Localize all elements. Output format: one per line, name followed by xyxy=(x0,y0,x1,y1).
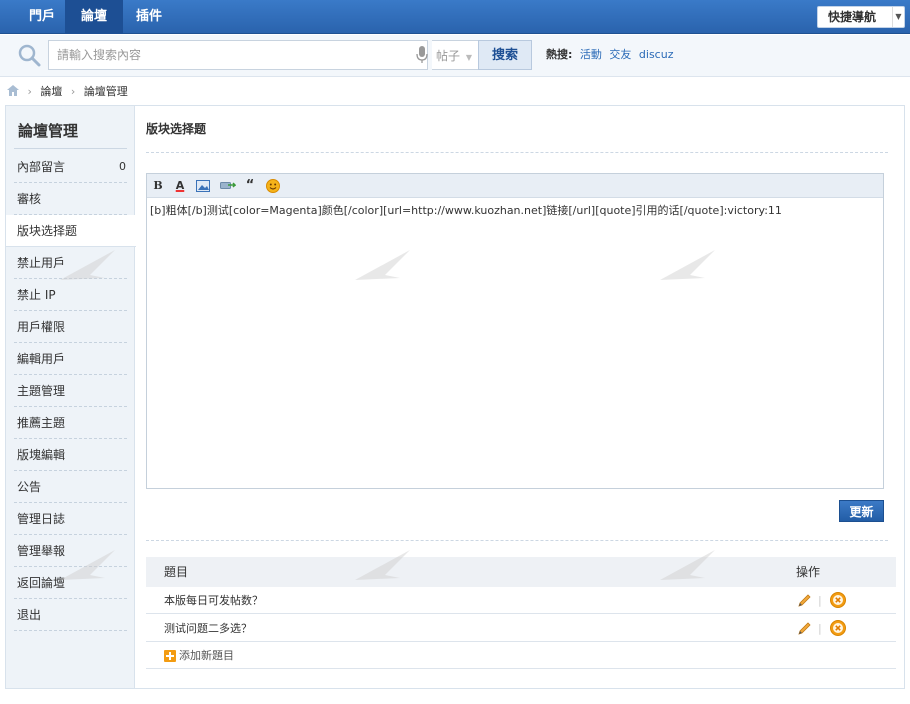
sidebar-title: 論壇管理 xyxy=(18,122,79,140)
sidebar-item-section-questions[interactable]: 版块选择题 xyxy=(6,215,136,247)
search-button[interactable]: 搜索 xyxy=(478,40,532,70)
sidebar-item-ban-ip[interactable]: 禁止 IP xyxy=(6,279,135,311)
breadcrumb-separator: › xyxy=(27,85,32,98)
questions-table-header: 題目 操作 xyxy=(146,557,896,587)
table-row: 本版每日可发帖数？ | xyxy=(146,587,896,614)
bold-button[interactable]: B xyxy=(152,178,164,194)
link-icon[interactable] xyxy=(220,178,236,194)
smiley-icon[interactable] xyxy=(266,178,280,194)
content-area: 版块选择题 B A “ [b]粗体[/b]测试[color=Magenta]颜色… xyxy=(136,106,904,688)
search-bar: 請輸入搜索內容 帖子 ▼ 搜索 熱搜: 活動 交友 discuz xyxy=(0,35,910,77)
divider xyxy=(14,148,127,149)
page-title: 版块选择题 xyxy=(146,122,207,136)
bbcode-editor[interactable]: B A “ [b]粗体[/b]测试[color=Magenta]颜色[/colo… xyxy=(146,173,884,489)
quote-icon[interactable]: “ xyxy=(244,178,256,194)
home-icon[interactable] xyxy=(7,85,19,96)
nav-tab-forum[interactable]: 論壇 xyxy=(65,0,123,34)
sidebar-item-exit[interactable]: 退出 xyxy=(6,599,135,631)
top-navigation: 門戶 論壇 插件 快捷導航 ▼ xyxy=(0,0,910,34)
action-separator: | xyxy=(818,622,822,635)
divider xyxy=(146,540,888,541)
search-field[interactable]: 請輸入搜索內容 xyxy=(48,40,428,70)
sidebar-item-label: 內部留言 xyxy=(17,160,66,174)
search-icon[interactable] xyxy=(17,43,41,67)
sidebar-item-mod-log[interactable]: 管理日誌 xyxy=(6,503,135,535)
sidebar-item-section-edit[interactable]: 版塊編輯 xyxy=(6,439,135,471)
search-type-label: 帖子 xyxy=(436,49,461,63)
sidebar-item-ban-user[interactable]: 禁止用戶 xyxy=(6,247,135,279)
pencil-icon[interactable] xyxy=(797,593,812,608)
delete-icon[interactable] xyxy=(830,592,846,608)
image-icon[interactable] xyxy=(196,178,210,194)
add-question-row: 添加新題目 xyxy=(146,643,896,669)
sidebar-menu: 內部留言 0 審核 版块选择题 禁止用戶 禁止 IP 用戶權限 編輯用戶 主題管… xyxy=(6,151,136,631)
add-question-link[interactable]: 添加新題目 xyxy=(179,643,234,669)
plus-icon[interactable] xyxy=(164,650,176,662)
hot-search-label: 熱搜: xyxy=(546,48,573,61)
search-type-select[interactable]: 帖子 ▼ xyxy=(432,40,478,70)
sidebar-item-thread-management[interactable]: 主題管理 xyxy=(6,375,135,407)
question-title: 本版每日可发帖数？ xyxy=(164,594,263,607)
sidebar: 論壇管理 內部留言 0 審核 版块选择题 禁止用戶 禁止 IP 用戶權限 編輯用… xyxy=(6,106,136,688)
chevron-down-icon: ▼ xyxy=(892,7,904,27)
message-count: 0 xyxy=(119,160,126,173)
chevron-down-icon: ▼ xyxy=(465,53,472,62)
editor-toolbar: B A “ xyxy=(147,174,883,198)
breadcrumb-separator: › xyxy=(70,85,76,98)
column-header-actions: 操作 xyxy=(796,565,821,579)
font-color-button[interactable]: A xyxy=(173,178,187,194)
quick-nav-dropdown[interactable]: 快捷導航 ▼ xyxy=(817,6,905,28)
action-separator: | xyxy=(818,594,822,607)
sidebar-item-edit-user[interactable]: 編輯用戶 xyxy=(6,343,135,375)
quick-nav-label: 快捷導航 xyxy=(828,10,877,24)
sidebar-item-manage-reports[interactable]: 管理舉報 xyxy=(6,535,135,567)
sidebar-item-internal-messages[interactable]: 內部留言 0 xyxy=(6,151,135,183)
table-row: 测试问题二多选？ | xyxy=(146,615,896,642)
update-button[interactable]: 更新 xyxy=(839,500,884,522)
breadcrumb-forum-management[interactable]: 論壇管理 xyxy=(84,85,128,98)
question-title: 测试问题二多选？ xyxy=(164,622,252,635)
nav-tab-portal[interactable]: 門戶 xyxy=(22,0,62,34)
editor-content[interactable]: [b]粗体[/b]测试[color=Magenta]颜色[/color][url… xyxy=(150,204,782,218)
hot-link-friends[interactable]: 交友 xyxy=(609,48,631,61)
column-header-title: 題目 xyxy=(164,565,189,579)
microphone-icon[interactable] xyxy=(416,46,428,64)
search-input[interactable]: 請輸入搜索內容 xyxy=(57,41,397,69)
sidebar-item-user-permissions[interactable]: 用戶權限 xyxy=(6,311,135,343)
breadcrumb-forum[interactable]: 論壇 xyxy=(40,85,62,98)
sidebar-item-back-to-forum[interactable]: 返回論壇 xyxy=(6,567,135,599)
hot-searches: 熱搜: 活動 交友 discuz xyxy=(546,47,673,63)
sidebar-item-announcement[interactable]: 公告 xyxy=(6,471,135,503)
nav-tab-plugins[interactable]: 插件 xyxy=(126,0,172,34)
delete-icon[interactable] xyxy=(830,620,846,636)
sidebar-item-moderation[interactable]: 審核 xyxy=(6,183,135,215)
divider xyxy=(146,152,888,153)
breadcrumb: › 論壇 › 論壇管理 xyxy=(7,84,128,100)
pencil-icon[interactable] xyxy=(797,621,812,636)
hot-link-activity[interactable]: 活動 xyxy=(580,48,602,61)
main-frame: 論壇管理 內部留言 0 審核 版块选择题 禁止用戶 禁止 IP 用戶權限 編輯用… xyxy=(5,105,905,689)
sidebar-item-recommend-thread[interactable]: 推薦主題 xyxy=(6,407,135,439)
hot-link-discuz[interactable]: discuz xyxy=(639,48,674,61)
